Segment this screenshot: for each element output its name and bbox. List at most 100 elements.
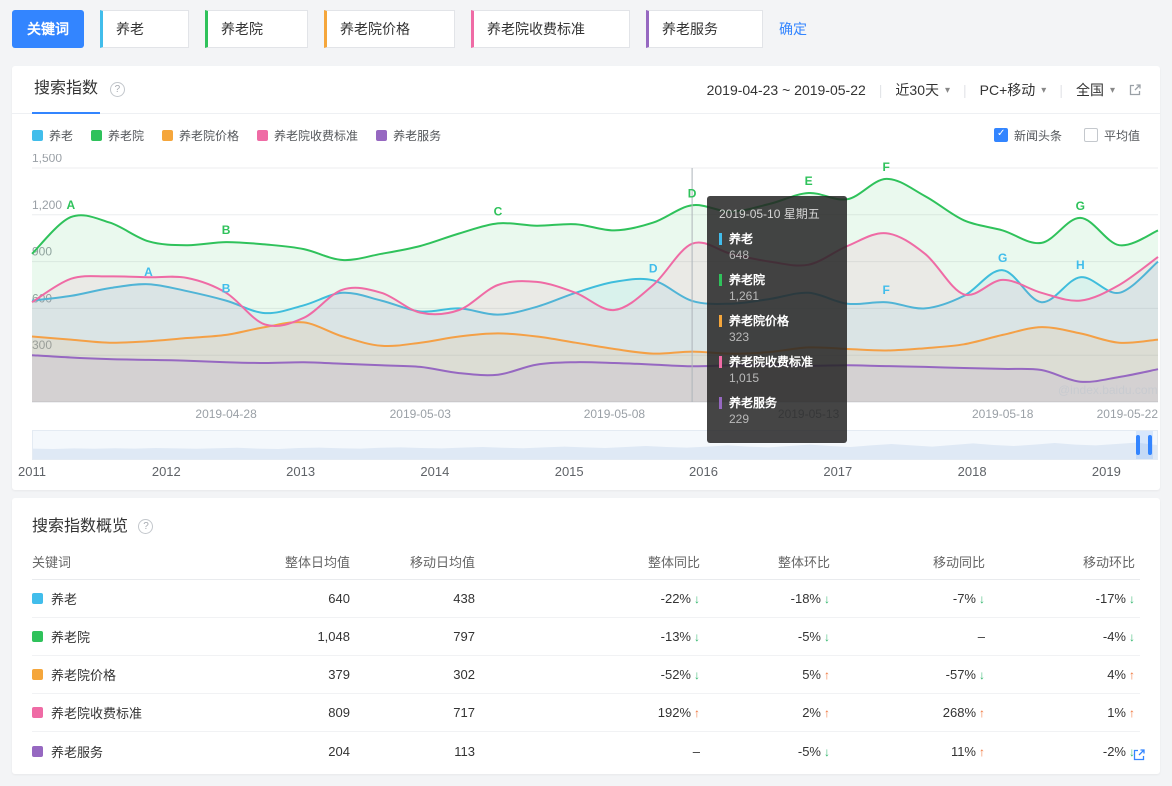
- metric-cell: 268% ↑: [942, 705, 985, 720]
- news-headline-checkbox[interactable]: 新闻头条: [993, 127, 1062, 144]
- metric-cell: -7% ↓: [952, 591, 985, 606]
- open-in-new-icon[interactable]: [1132, 748, 1146, 762]
- tooltip-series-bar: [719, 396, 722, 409]
- keyword-cell: 养老院: [32, 627, 250, 646]
- metric-cell: 11% ↑: [950, 743, 985, 759]
- legend-label: 养老院价格: [179, 128, 240, 143]
- svg-text:2019-05-08: 2019-05-08: [584, 407, 646, 421]
- keyword-chip[interactable]: 养老院: [205, 10, 308, 48]
- help-icon[interactable]: ?: [109, 81, 125, 97]
- keyword-cell: 养老院价格: [32, 665, 250, 684]
- legend-item[interactable]: 养老: [32, 127, 73, 144]
- timeline-year-label: 2013: [286, 464, 316, 479]
- keyword-cell: 养老服务: [32, 742, 250, 761]
- legend-item[interactable]: 养老院收费标准: [257, 127, 358, 144]
- svg-text:G: G: [1076, 199, 1085, 213]
- legend-item[interactable]: 养老服务: [376, 127, 441, 144]
- legend-swatch: [376, 129, 388, 141]
- timeline-handle-left[interactable]: [1136, 435, 1140, 455]
- tooltip-item: 养老服务 229: [719, 394, 835, 428]
- keyword-button[interactable]: 关键词: [12, 10, 84, 48]
- tooltip-items: 养老 648 养老院 1,261 养老院价格 323 养老院收费标准 1,015 养老服务 229: [719, 230, 835, 428]
- svg-text:1,200: 1,200: [32, 198, 62, 212]
- column-header: 移动环比: [1082, 555, 1135, 570]
- column-header: 整体日均值: [284, 555, 350, 570]
- timeline-slider[interactable]: [32, 430, 1158, 460]
- tooltip-series-bar: [719, 273, 722, 286]
- timeline-year-label: 2017: [823, 464, 853, 479]
- separator: |: [878, 82, 883, 98]
- table-row: 养老院价格 379 302 -52% ↓ 5% ↑ -57% ↓ 4% ↑: [32, 656, 1140, 694]
- metric-cell: -2% ↓: [1102, 743, 1135, 759]
- metric-cell: 192% ↑: [657, 705, 700, 720]
- legend-label: 养老院收费标准: [274, 128, 359, 143]
- trend-chart-svg: 3006009001,2001,500AABBCDDEFFGGH2019-04-…: [31, 154, 1159, 421]
- trend-chart[interactable]: 300 600 900 1,200 1,500 A A B B C D D E F F G G H 2019-04-…: [12, 154, 1160, 443]
- tooltip-series-value: 323: [729, 330, 750, 344]
- metric-cell: -57% ↓: [945, 667, 985, 682]
- keyword-chip-label: 养老院: [221, 21, 263, 37]
- svg-text:2019-05-18: 2019-05-18: [972, 407, 1034, 421]
- legend-swatch: [91, 129, 103, 141]
- svg-text:C: C: [494, 204, 503, 218]
- metric-cell: –: [692, 743, 700, 759]
- chevron-down-icon: ▾: [945, 84, 951, 96]
- legend-item[interactable]: 养老院: [91, 127, 144, 144]
- keyword-chip[interactable]: 养老: [100, 10, 189, 48]
- keyword-swatch: [32, 631, 43, 642]
- timeline-handle-right[interactable]: [1148, 435, 1152, 455]
- legend-item[interactable]: 养老院价格: [162, 127, 239, 144]
- mobile-avg-cell: 797: [453, 629, 475, 644]
- metric-cell: 2% ↑: [802, 705, 830, 720]
- legend-label: 养老服务: [393, 128, 442, 143]
- metric-cell: -4% ↓: [1102, 629, 1135, 644]
- column-header: 整体环比: [777, 555, 830, 570]
- checkbox-icon: [993, 128, 1008, 142]
- arrow-down-icon: ↓: [1129, 630, 1135, 644]
- tooltip-series-value: 648: [729, 248, 750, 262]
- time-range-select[interactable]: 近30天 ▾: [895, 80, 950, 100]
- open-in-new-icon[interactable]: [1128, 83, 1142, 97]
- mobile-avg-cell: 717: [453, 705, 475, 720]
- chart-legend: 养老 养老院 养老院价格 养老院收费标准 养老服务: [32, 127, 441, 144]
- timeline-year-label: 2019: [1091, 464, 1121, 479]
- svg-text:2019-04-28: 2019-04-28: [195, 407, 257, 421]
- keyword-chip[interactable]: 养老院价格: [324, 10, 455, 48]
- table-row: 养老院 1,048 797 -13% ↓ -5% ↓ – -4% ↓: [32, 618, 1140, 656]
- keyword-chip[interactable]: 养老院收费标准: [471, 10, 630, 48]
- tab-search-index[interactable]: 搜索指数: [32, 66, 101, 114]
- keyword-cell: 养老: [32, 589, 250, 608]
- svg-text:F: F: [883, 283, 890, 297]
- tooltip-series-bar: [719, 355, 722, 368]
- average-checkbox[interactable]: 平均值: [1083, 127, 1140, 144]
- help-icon[interactable]: ?: [138, 519, 154, 535]
- column-header: 整体同比: [647, 555, 700, 570]
- keyword-swatch: [32, 745, 43, 757]
- svg-text:@index.baidu.com: @index.baidu.com: [1058, 383, 1158, 397]
- tooltip-item: 养老院价格 323: [719, 312, 835, 346]
- svg-text:B: B: [222, 223, 231, 237]
- column-header: 移动日均值: [409, 555, 475, 570]
- keyword-chip[interactable]: 养老服务: [646, 10, 763, 48]
- search-index-panel: 搜索指数 ? 2019-04-23 ~ 2019-05-22 | 近30天 ▾ …: [12, 66, 1160, 490]
- checkbox-group: 新闻头条 平均值: [993, 127, 1140, 144]
- keyword-chips: 养老 养老院 养老院价格 养老院收费标准 养老服务: [100, 10, 763, 48]
- date-range[interactable]: 2019-04-23 ~ 2019-05-22: [707, 82, 866, 98]
- metric-cell: -22% ↓: [660, 591, 700, 606]
- chevron-down-icon: ▾: [1041, 84, 1047, 96]
- keyword-name: 养老院价格: [51, 668, 117, 683]
- region-select[interactable]: 全国 ▾: [1076, 80, 1115, 100]
- arrow-down-icon: ↓: [1129, 592, 1135, 606]
- legend-swatch: [32, 129, 43, 141]
- tooltip-date: 2019-05-10 星期五: [719, 207, 820, 221]
- tooltip-series-name: 养老院价格: [729, 314, 790, 328]
- table-row: 养老 640 438 -22% ↓ -18% ↓ -7% ↓ -17% ↓: [32, 580, 1140, 618]
- svg-text:D: D: [649, 261, 658, 275]
- confirm-link[interactable]: 确定: [779, 19, 807, 39]
- device-select[interactable]: PC+移动 ▾: [980, 80, 1047, 100]
- overall-avg-cell: 1,048: [317, 629, 350, 644]
- legend-label: 养老院: [108, 128, 145, 143]
- metric-cell: -13% ↓: [660, 629, 700, 644]
- column-header: 关键词: [32, 555, 72, 570]
- overall-avg-cell: 640: [328, 591, 350, 606]
